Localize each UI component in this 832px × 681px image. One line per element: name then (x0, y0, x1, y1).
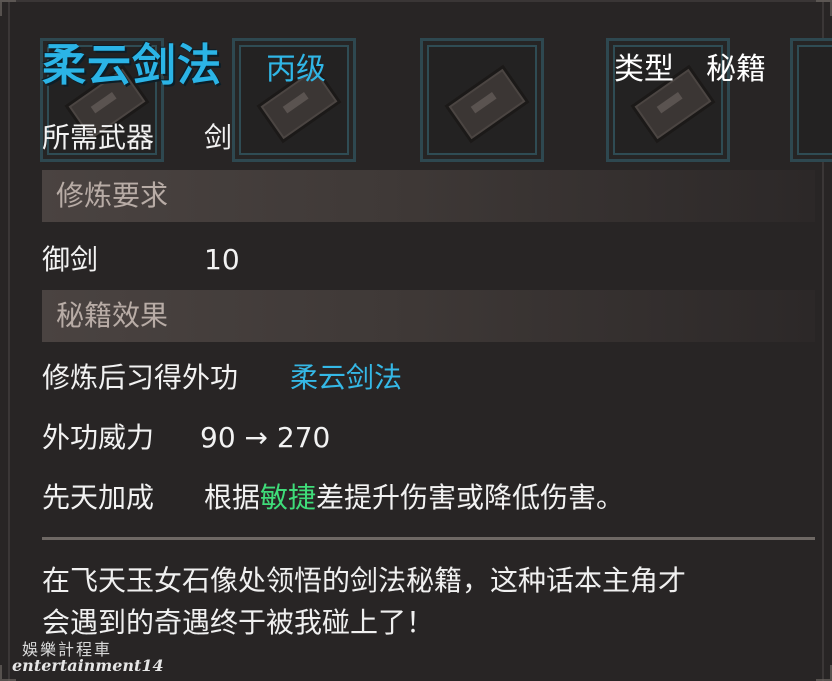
inventory-slot[interactable] (420, 38, 544, 162)
panel-top-frame (0, 0, 832, 22)
description-line-2: 会遇到的奇遇终于被我碰上了！ (42, 606, 435, 639)
inventory-slot[interactable] (790, 38, 832, 162)
watermark-line-2: entertainment14 (12, 656, 164, 675)
requirements-section-header: 修炼要求 (42, 170, 815, 222)
skill-power-value: 90 → 270 (200, 421, 331, 454)
effects-section-title: 秘籍效果 (56, 299, 169, 332)
required-weapon-label: 所需武器 (42, 121, 155, 154)
item-grade: 丙级 (266, 52, 326, 87)
requirements-section-title: 修炼要求 (56, 179, 169, 212)
innate-bonus-attribute: 敏捷 (260, 481, 317, 514)
frame-corner-top-left (0, 0, 16, 16)
section-divider (42, 537, 815, 540)
learned-skill-value: 柔云剑法 (290, 361, 403, 394)
description-line-1: 在飞天玉女石像处领悟的剑法秘籍，这种话本主角才 (42, 564, 687, 597)
item-title: 柔云剑法 (42, 40, 222, 91)
required-weapon-value: 剑 (204, 121, 233, 154)
innate-bonus-text: 根据敏捷差提升伤害或降低伤害。 (204, 478, 624, 518)
item-description: 在飞天玉女石像处领悟的剑法秘籍，这种话本主角才 会遇到的奇遇终于被我碰上了！ (42, 560, 802, 644)
frame-corner-bottom-right (816, 665, 832, 681)
skill-power-label: 外功威力 (42, 421, 155, 454)
item-type-value: 秘籍 (706, 52, 766, 87)
innate-bonus-prefix: 根据 (204, 481, 261, 514)
frame-corner-top-right (816, 0, 832, 16)
requirement-skill-value: 10 (204, 243, 240, 276)
item-tooltip-panel: 柔云剑法 丙级 类型 秘籍 所需武器 剑 修炼要求 御剑 10 秘籍效果 修炼后… (0, 0, 832, 681)
panel-left-border (8, 0, 10, 681)
innate-bonus-label: 先天加成 (42, 481, 155, 514)
item-type-label: 类型 (614, 52, 674, 87)
effects-section-header: 秘籍效果 (42, 290, 815, 342)
requirement-skill-name: 御剑 (42, 243, 99, 276)
innate-bonus-suffix: 差提升伤害或降低伤害。 (316, 481, 625, 514)
scroll-book-icon (444, 64, 530, 144)
learned-skill-label: 修炼后习得外功 (42, 361, 239, 394)
